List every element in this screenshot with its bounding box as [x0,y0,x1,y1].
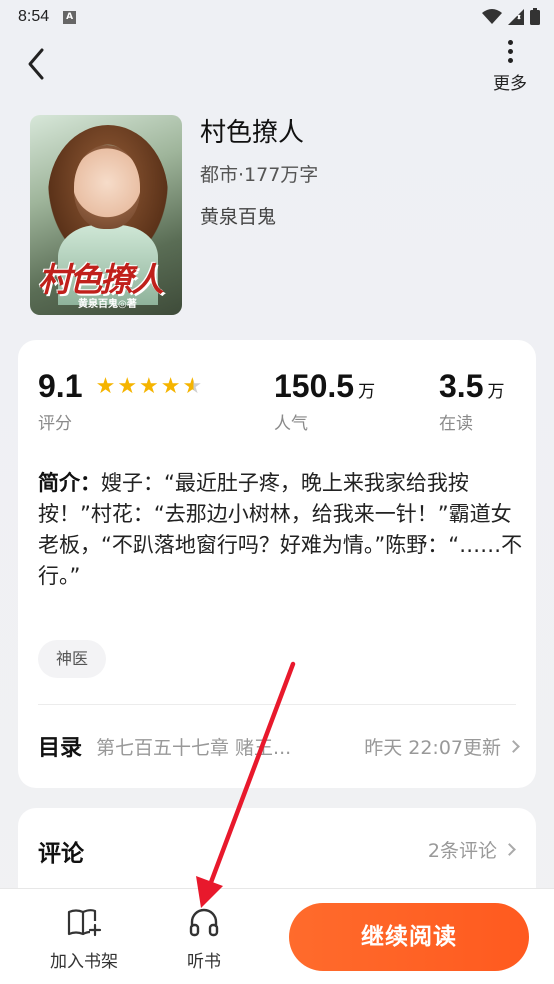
popularity-value: 150.5 [274,368,355,404]
intro-text: 嫂子：“最近肚子疼，晚上来我家给我按按！”村花：“去那边小树林，给我来一针！”霸… [38,471,523,588]
comments-count-link[interactable]: 2条评论 [427,836,516,863]
divider [38,704,516,705]
popularity-label: 人气 [274,414,308,434]
comments-count: 2条评论 [427,840,497,862]
chevron-right-icon [503,843,516,856]
tag-chip[interactable]: 神医 [38,640,107,678]
book-add-icon [67,909,102,937]
book-author[interactable]: 黄泉百鬼 [200,202,276,229]
popularity-unit: 万 [358,382,376,402]
half-star-icon: ★ [182,374,203,399]
status-bar: 8:54 A [0,0,554,34]
toc-update-time: 昨天 22:07更新 [364,736,501,759]
book-cover[interactable]: 村色撩人 黄泉百鬼◎著 [30,115,182,315]
more-vertical-icon [488,40,532,63]
wifi-icon [482,8,502,24]
star-icon: ★ [95,374,116,399]
battery-icon [530,8,540,25]
stat-rating: 9.1 ★ ★ ★ ★ ★ 评分 [38,368,202,434]
listen-label: 听书 [187,952,221,972]
reading-value: 3.5 [439,368,484,404]
status-time: 8:54 [18,8,50,25]
rating-label: 评分 [38,414,72,434]
intro-label: 简介： [38,471,101,495]
toc-latest-chapter: 第七百五十七章 赌王... [96,736,292,759]
headphones-icon [189,908,219,937]
star-icon: ★ [139,374,159,399]
more-button[interactable]: 更多 [488,38,532,94]
listen-button[interactable]: 听书 [159,907,249,972]
continue-reading-button[interactable]: 继续阅读 [289,903,529,971]
stat-popularity: 150.5 万 人气 [274,368,375,434]
stat-reading: 3.5 万 在读 [439,368,504,434]
toc-label: 目录 [38,736,83,761]
rating-stars: ★ ★ ★ ★ ★ [96,376,203,398]
star-icon: ★ [117,374,138,399]
reading-label: 在读 [439,414,473,434]
add-to-shelf-button[interactable]: 加入书架 [39,907,129,972]
chevron-right-icon [507,739,520,753]
bottom-action-bar: 加入书架 听书 继续阅读 [0,888,554,984]
book-title: 村色撩人 [200,118,305,148]
table-of-contents-row[interactable]: 目录 第七百五十七章 赌王... 昨天 22:07更新 [38,722,520,770]
notification-icon: A [63,10,77,24]
star-icon: ★ [160,374,181,399]
book-info-card: 9.1 ★ ★ ★ ★ ★ 评分 150.5 万 人气 3.5 万 在读 简介：嫂子… [18,340,536,788]
signal-icon [508,8,524,25]
chevron-left-icon [28,48,44,80]
status-icons [482,8,540,25]
add-to-shelf-label: 加入书架 [50,952,118,972]
book-meta: 都市·177万字 [200,164,319,186]
book-intro[interactable]: 简介：嫂子：“最近肚子疼，晚上来我家给我按按！”村花：“去那边小树林，给我来一针… [38,468,524,592]
back-button[interactable] [22,44,52,84]
reading-unit: 万 [487,382,505,402]
more-label: 更多 [493,74,527,94]
rating-value: 9.1 [38,368,83,404]
cover-title: 村色撩人 [38,260,164,299]
comments-title: 评论 [38,841,84,867]
cover-author: 黄泉百鬼◎著 [78,299,137,310]
